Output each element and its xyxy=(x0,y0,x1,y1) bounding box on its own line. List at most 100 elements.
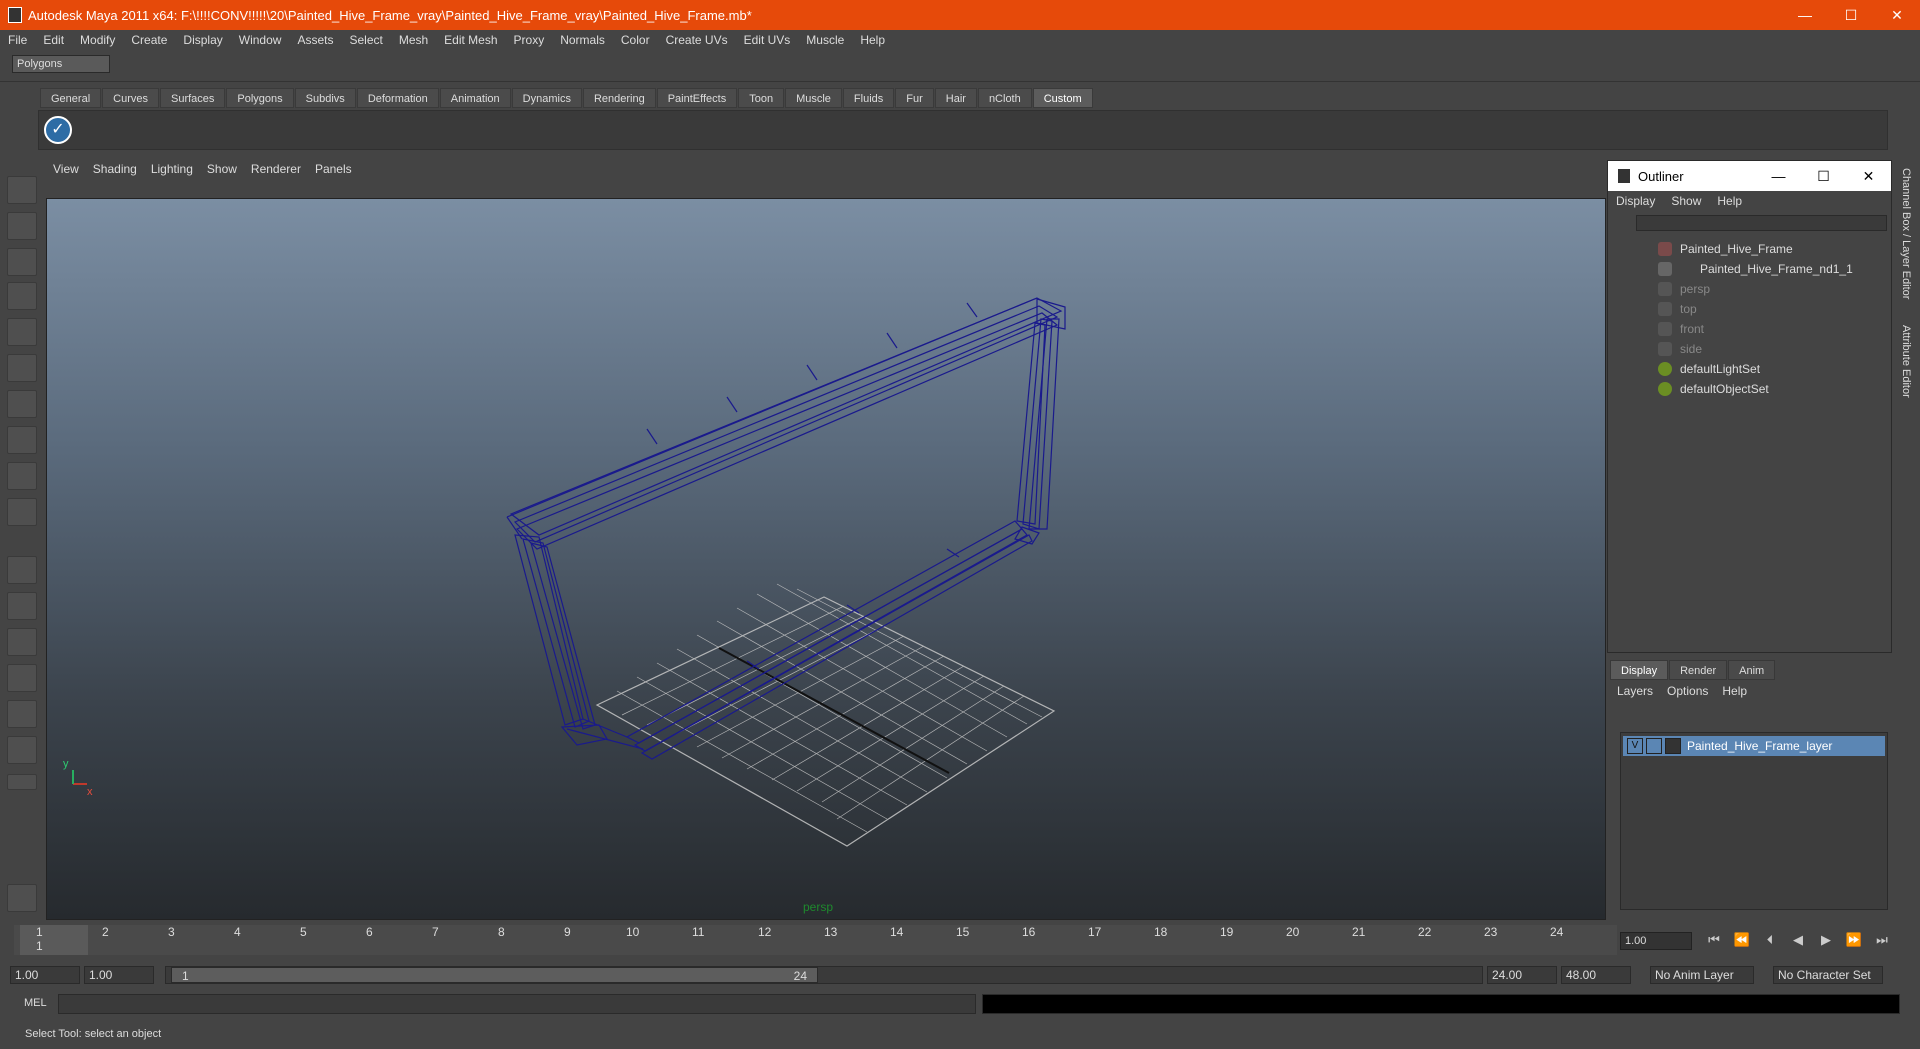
perspective-viewport[interactable]: y x xyxy=(46,198,1606,920)
menu-window[interactable]: Window xyxy=(231,33,290,47)
manipulator-tool-icon[interactable] xyxy=(7,390,37,418)
time-slider[interactable]: 1 1 2 3 4 5 6 7 8 9 10 11 12 13 14 15 16… xyxy=(14,925,1617,955)
current-time-indicator[interactable] xyxy=(20,925,88,955)
playback-end-field[interactable]: 24.00 xyxy=(1487,966,1557,984)
playback-start-field[interactable]: 1.00 xyxy=(84,966,154,984)
shelf-tab-animation[interactable]: Animation xyxy=(439,88,511,108)
close-button[interactable]: ✕ xyxy=(1874,7,1920,24)
channel-box-tab[interactable]: Channel Box / Layer Editor xyxy=(1900,168,1912,299)
layer-menu-layers[interactable]: Layers xyxy=(1610,684,1660,698)
step-back-frame-button[interactable]: ⏴ xyxy=(1756,932,1784,950)
step-back-key-button[interactable]: ⏪ xyxy=(1728,932,1756,950)
attribute-editor-tab[interactable]: Attribute Editor xyxy=(1900,325,1912,398)
layer-tab-render[interactable]: Render xyxy=(1669,660,1728,680)
layer-tab-anim[interactable]: Anim xyxy=(1728,660,1776,680)
shelf-tab-hair[interactable]: Hair xyxy=(934,88,977,108)
menu-file[interactable]: File xyxy=(0,33,35,47)
scale-tool-icon[interactable] xyxy=(7,354,37,382)
shelf-tab-painteffects[interactable]: PaintEffects xyxy=(656,88,738,108)
layout-more-icon[interactable] xyxy=(7,774,37,790)
anim-layer-dropdown[interactable]: No Anim Layer xyxy=(1650,966,1754,984)
panel-menu-renderer[interactable]: Renderer xyxy=(244,162,308,176)
layer-visibility-toggle[interactable]: V xyxy=(1627,738,1643,754)
move-tool-icon[interactable] xyxy=(7,282,37,310)
mode-selector-dropdown[interactable]: Polygons xyxy=(12,55,110,73)
outliner-item[interactable]: front xyxy=(1608,319,1868,339)
play-backwards-button[interactable]: ◀ xyxy=(1784,932,1812,950)
menu-mesh[interactable]: Mesh xyxy=(391,33,436,47)
shelf-tab-fluids[interactable]: Fluids xyxy=(842,88,895,108)
outliner-layout-icon[interactable] xyxy=(7,628,37,656)
maximize-button[interactable]: ☐ xyxy=(1828,7,1874,24)
shelf-tab-curves[interactable]: Curves xyxy=(102,88,159,108)
panel-menu-show[interactable]: Show xyxy=(200,162,244,176)
layer-row[interactable]: V Painted_Hive_Frame_layer xyxy=(1623,736,1885,756)
layer-menu-help[interactable]: Help xyxy=(1715,684,1754,698)
hypershade-layout-icon[interactable] xyxy=(7,700,37,728)
menu-muscle[interactable]: Muscle xyxy=(798,33,852,47)
shelf-tab-general[interactable]: General xyxy=(40,88,102,108)
last-tool-icon[interactable] xyxy=(7,498,37,526)
shelf-tab-toon[interactable]: Toon xyxy=(738,88,785,108)
panel-menu-view[interactable]: View xyxy=(46,162,86,176)
outliner-item[interactable]: Painted_Hive_Frame xyxy=(1608,239,1868,259)
menu-display[interactable]: Display xyxy=(175,33,230,47)
layer-tab-display[interactable]: Display xyxy=(1610,660,1669,680)
outliner-menu-help[interactable]: Help xyxy=(1709,194,1750,208)
shelf-tab-rendering[interactable]: Rendering xyxy=(582,88,656,108)
command-input[interactable] xyxy=(58,994,976,1014)
shelf-tab-muscle[interactable]: Muscle xyxy=(785,88,842,108)
uv-layout-icon[interactable] xyxy=(7,736,37,764)
select-tool-icon[interactable] xyxy=(7,176,37,204)
menu-color[interactable]: Color xyxy=(613,33,658,47)
panel-menu-shading[interactable]: Shading xyxy=(86,162,144,176)
animation-end-field[interactable]: 48.00 xyxy=(1561,966,1631,984)
panel-menu-lighting[interactable]: Lighting xyxy=(144,162,200,176)
shelf-tab-fur[interactable]: Fur xyxy=(895,88,934,108)
shelf-tab-surfaces[interactable]: Surfaces xyxy=(159,88,226,108)
panel-menu-panels[interactable]: Panels xyxy=(308,162,359,176)
four-pane-layout-icon[interactable] xyxy=(7,592,37,620)
menu-modify[interactable]: Modify xyxy=(72,33,123,47)
outliner-item[interactable]: Painted_Hive_Frame_nd1_1 xyxy=(1608,259,1868,279)
layer-type-toggle[interactable] xyxy=(1646,738,1662,754)
outliner-menu-show[interactable]: Show xyxy=(1663,194,1709,208)
single-pane-layout-icon[interactable] xyxy=(7,556,37,584)
shelf-tab-custom[interactable]: Custom xyxy=(1032,88,1093,108)
current-frame-field[interactable]: 1.00 xyxy=(1620,932,1692,950)
shelf-tab-ncloth[interactable]: nCloth xyxy=(977,88,1032,108)
menu-help[interactable]: Help xyxy=(852,33,893,47)
checkmark-icon[interactable]: ✓ xyxy=(44,116,72,144)
layer-menu-options[interactable]: Options xyxy=(1660,684,1715,698)
range-slider-handle[interactable]: 1 24 xyxy=(171,967,818,983)
minimize-button[interactable]: — xyxy=(1782,7,1828,24)
paint-select-tool-icon[interactable] xyxy=(7,248,37,276)
menu-proxy[interactable]: Proxy xyxy=(506,33,553,47)
outliner-item[interactable]: defaultObjectSet xyxy=(1608,379,1868,399)
show-manipulator-icon[interactable] xyxy=(7,462,37,490)
outliner-item[interactable]: top xyxy=(1608,299,1868,319)
layer-color-swatch[interactable] xyxy=(1665,738,1681,754)
outliner-item[interactable]: side xyxy=(1608,339,1868,359)
lasso-tool-icon[interactable] xyxy=(7,212,37,240)
menu-edit[interactable]: Edit xyxy=(35,33,72,47)
outliner-close-button[interactable]: ✕ xyxy=(1846,168,1891,185)
menu-normals[interactable]: Normals xyxy=(552,33,613,47)
animation-start-field[interactable]: 1.00 xyxy=(10,966,80,984)
outliner-item[interactable]: defaultLightSet xyxy=(1608,359,1868,379)
menu-edit-uvs[interactable]: Edit UVs xyxy=(736,33,799,47)
menu-create[interactable]: Create xyxy=(123,33,175,47)
outliner-item[interactable]: persp xyxy=(1608,279,1868,299)
menu-edit-mesh[interactable]: Edit Mesh xyxy=(436,33,505,47)
soft-mod-tool-icon[interactable] xyxy=(7,426,37,454)
rotate-tool-icon[interactable] xyxy=(7,318,37,346)
shelf-tab-polygons[interactable]: Polygons xyxy=(226,88,294,108)
go-to-end-button[interactable]: ⏭ xyxy=(1868,932,1896,950)
outliner-menu-display[interactable]: Display xyxy=(1608,194,1663,208)
outliner-minimize-button[interactable]: — xyxy=(1756,168,1801,185)
step-forward-key-button[interactable]: ⏩ xyxy=(1840,932,1868,950)
play-forwards-button[interactable]: ▶ xyxy=(1812,932,1840,950)
menu-create-uvs[interactable]: Create UVs xyxy=(658,33,736,47)
character-set-dropdown[interactable]: No Character Set xyxy=(1773,966,1883,984)
graph-layout-icon[interactable] xyxy=(7,664,37,692)
